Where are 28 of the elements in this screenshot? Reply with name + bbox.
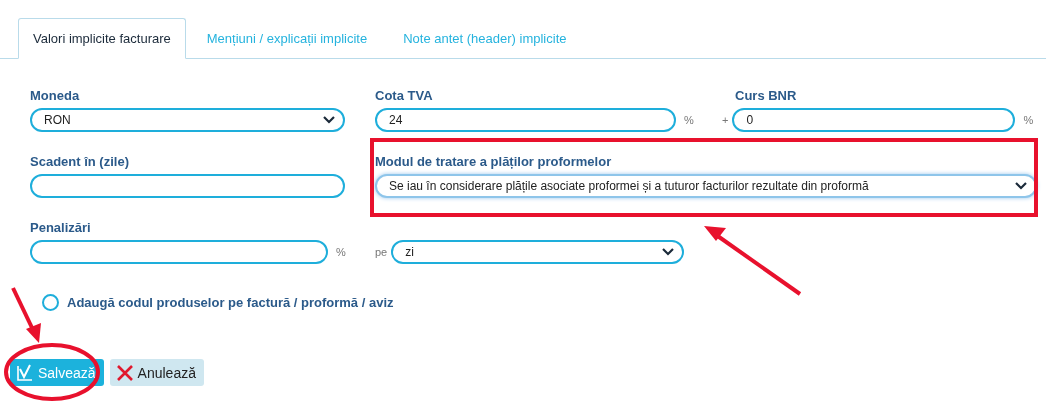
field-prefix: pe <box>375 246 389 258</box>
field-label: Scadent în (zile) <box>30 152 130 171</box>
chevron-down-icon <box>662 248 675 256</box>
arrow <box>11 287 41 343</box>
cancel-button[interactable]: Anulează <box>109 359 204 386</box>
input-field[interactable] <box>30 174 345 198</box>
select-field[interactable]: zi <box>391 240 685 264</box>
input-field[interactable] <box>30 240 328 264</box>
field-label: Modul de tratare a plăților proformelor <box>375 152 613 171</box>
field-prefix: + <box>722 114 730 126</box>
close-icon <box>115 363 134 382</box>
field-label: Penalizări <box>30 218 92 237</box>
tab[interactable]: Valori implicite facturare <box>18 18 186 59</box>
select-field[interactable]: RON <box>30 108 345 132</box>
field-suffix: % <box>683 114 694 126</box>
field-label: Cota TVA <box>375 86 434 105</box>
checkbox-label: Adaugă codul produselor pe factură / proformă / aviz <box>67 295 394 310</box>
input-field[interactable]: 0 <box>732 108 1016 132</box>
checkmark-icon <box>16 363 34 382</box>
chevron-down-icon <box>1015 182 1027 190</box>
select-field[interactable]: Se iau în considerare plățile asociate proformei și a tuturor facturilor rezultate din proformă <box>375 174 1037 198</box>
radio-button[interactable] <box>42 294 59 311</box>
field-suffix: % <box>1022 114 1034 126</box>
field-label: Moneda <box>30 86 81 105</box>
input-field[interactable]: 24 <box>375 108 676 132</box>
chevron-down-icon <box>323 116 335 124</box>
field-suffix: % <box>335 246 346 258</box>
field-label: Curs BNR <box>734 86 798 105</box>
